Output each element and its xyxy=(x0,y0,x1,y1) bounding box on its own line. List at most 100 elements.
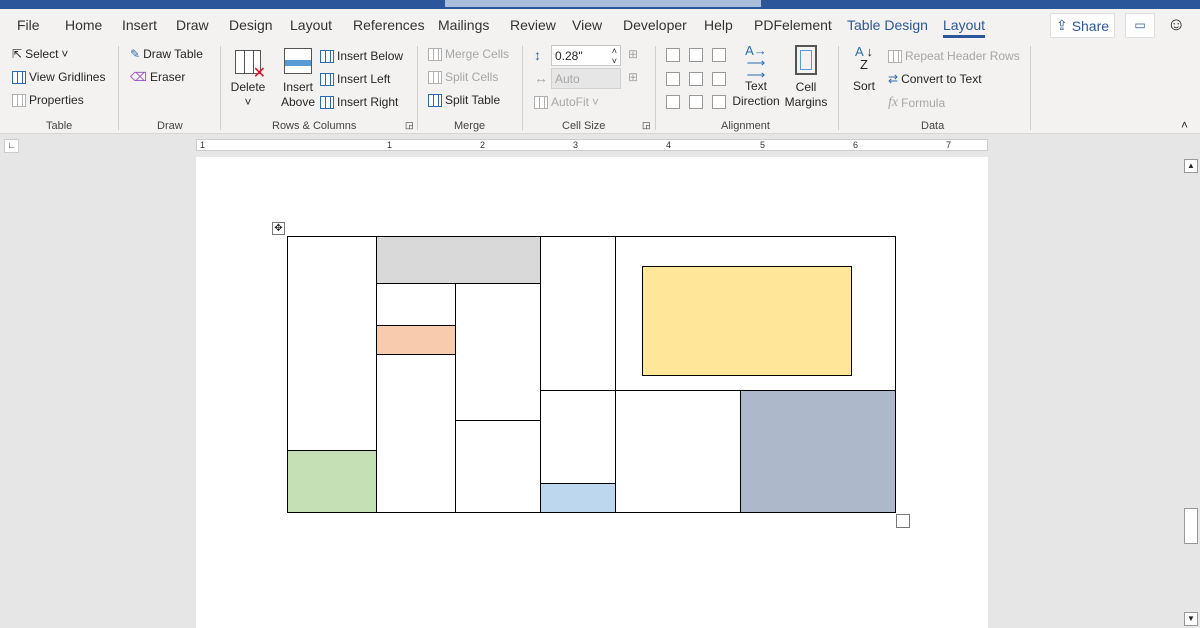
align-center-left-button[interactable] xyxy=(666,72,680,86)
divider xyxy=(417,46,418,130)
scroll-thumb[interactable] xyxy=(1184,508,1198,544)
view-gridlines-button[interactable]: View Gridlines xyxy=(12,70,105,84)
table-cell[interactable] xyxy=(287,236,377,451)
table-cell[interactable] xyxy=(615,390,741,513)
properties-icon xyxy=(12,93,26,107)
merge-cells-button[interactable]: Merge Cells xyxy=(428,47,509,61)
table-cell[interactable] xyxy=(540,236,616,391)
tab-file[interactable]: File xyxy=(17,17,40,33)
insert-above-icon xyxy=(284,48,312,74)
tab-layout[interactable]: Layout xyxy=(290,17,332,33)
tab-draw[interactable]: Draw xyxy=(176,17,209,33)
insert-above-button[interactable]: Insert Above xyxy=(280,48,316,110)
collapse-ribbon-icon[interactable]: ˄ xyxy=(1181,118,1188,132)
table-cell-gray[interactable] xyxy=(376,236,541,284)
comments-icon[interactable]: ▭ xyxy=(1125,13,1155,38)
tab-home[interactable]: Home xyxy=(65,17,102,33)
tab-pdfelement[interactable]: PDFelement xyxy=(754,17,832,33)
vertical-scrollbar[interactable] xyxy=(1183,157,1200,628)
delete-button[interactable]: ✕ Delete ˅ xyxy=(230,50,266,110)
split-table-button[interactable]: Split Table xyxy=(428,93,500,107)
split-cells-button[interactable]: Split Cells xyxy=(428,70,498,84)
align-bottom-center-button[interactable] xyxy=(689,95,703,109)
insert-below-button[interactable]: Insert Below xyxy=(320,49,403,63)
align-top-center-button[interactable] xyxy=(689,48,703,62)
table-cell[interactable] xyxy=(540,390,616,484)
horizontal-ruler[interactable]: 1 1 2 3 4 5 6 7 xyxy=(196,139,988,151)
tab-references[interactable]: References xyxy=(353,17,425,33)
group-label-draw: Draw xyxy=(157,120,183,132)
grid-icon xyxy=(12,70,26,84)
insert-below-icon xyxy=(320,49,334,63)
fx-icon: fx xyxy=(888,95,899,110)
table-cell-slate[interactable] xyxy=(740,390,896,513)
draw-table-button[interactable]: ✎ Draw Table xyxy=(130,47,203,61)
distribute-columns-icon[interactable]: ⊞ xyxy=(628,70,638,84)
cell-margins-icon xyxy=(795,45,817,75)
insert-right-button[interactable]: Insert Right xyxy=(320,95,398,109)
align-top-right-button[interactable] xyxy=(712,48,726,62)
split-cells-icon xyxy=(428,70,442,84)
autofit-icon xyxy=(534,95,548,109)
chevron-down-icon: ˅ xyxy=(61,47,69,61)
nested-table-cell-yellow[interactable] xyxy=(642,266,852,376)
tab-mailings[interactable]: Mailings xyxy=(438,17,489,33)
select-button[interactable]: ⇱ Select ˅ xyxy=(12,47,68,61)
column-width-icon: ↔ xyxy=(534,70,548,86)
table-resize-handle[interactable] xyxy=(896,514,910,528)
align-center-right-button[interactable] xyxy=(712,72,726,86)
sort-button[interactable]: A ↓ Z Sort xyxy=(848,45,880,94)
dialog-launcher-icon[interactable]: ◲ xyxy=(405,120,414,131)
divider xyxy=(522,46,523,130)
cell-margins-button[interactable]: Cell Margins xyxy=(783,45,829,110)
tab-table-layout[interactable]: Layout xyxy=(943,17,986,38)
table-cell[interactable] xyxy=(455,283,541,421)
chevron-down-icon: ˅ xyxy=(592,95,600,109)
tab-table-design[interactable]: Table Design xyxy=(847,17,928,33)
distribute-rows-icon[interactable]: ⊞ xyxy=(628,47,638,61)
group-label-alignment: Alignment xyxy=(721,120,770,132)
formula-button[interactable]: fx Formula xyxy=(888,95,945,111)
autofit-button[interactable]: AutoFit ˅ xyxy=(534,95,599,109)
table-cell-blue[interactable] xyxy=(540,483,616,513)
table-cell[interactable] xyxy=(455,420,541,513)
table-cell[interactable] xyxy=(376,354,456,513)
align-center-button[interactable] xyxy=(689,72,703,86)
align-top-left-button[interactable] xyxy=(666,48,680,62)
table-cell-peach[interactable] xyxy=(376,325,456,355)
tab-help[interactable]: Help xyxy=(704,17,733,33)
text-direction-icon: A→ ⟶ ⟶ xyxy=(745,43,767,82)
tab-design[interactable]: Design xyxy=(229,17,273,33)
divider xyxy=(838,46,839,130)
tab-review[interactable]: Review xyxy=(510,17,556,33)
tab-view[interactable]: View xyxy=(572,17,602,33)
align-bottom-left-button[interactable] xyxy=(666,95,680,109)
table-cell-green[interactable] xyxy=(287,450,377,513)
table-cell[interactable] xyxy=(376,283,456,326)
row-height-input[interactable]: 0.28" ˄ ˅ xyxy=(551,45,621,66)
search-box[interactable] xyxy=(445,0,761,7)
tab-insert[interactable]: Insert xyxy=(122,17,157,33)
tab-developer[interactable]: Developer xyxy=(623,17,687,33)
properties-button[interactable]: Properties xyxy=(12,93,84,107)
feedback-smiley-icon[interactable]: ☺ xyxy=(1167,14,1185,35)
merge-cells-icon xyxy=(428,47,442,61)
delete-table-icon: ✕ xyxy=(235,50,266,82)
group-label-cell-size: Cell Size xyxy=(562,120,606,132)
repeat-header-rows-button[interactable]: Repeat Header Rows xyxy=(888,49,1020,63)
text-direction-button[interactable]: A→ ⟶ ⟶ Text Direction xyxy=(732,43,780,109)
eraser-button[interactable]: ⌫ Eraser xyxy=(130,70,185,84)
convert-to-text-button[interactable]: ⇄ Convert to Text xyxy=(888,72,982,86)
insert-left-icon xyxy=(320,72,334,86)
insert-left-button[interactable]: Insert Left xyxy=(320,72,390,86)
column-width-input[interactable]: Auto xyxy=(551,68,621,89)
table-move-handle-icon[interactable]: ✥ xyxy=(272,222,285,235)
share-button[interactable]: ⇪ Share xyxy=(1050,13,1115,38)
tab-selector-icon[interactable]: ∟ xyxy=(4,139,19,153)
dialog-launcher-icon[interactable]: ◲ xyxy=(642,120,651,131)
align-bottom-right-button[interactable] xyxy=(712,95,726,109)
group-label-merge: Merge xyxy=(454,120,486,132)
insert-right-icon xyxy=(320,95,334,109)
scroll-down-icon[interactable]: ▼ xyxy=(1184,612,1198,626)
scroll-up-icon[interactable]: ▲ xyxy=(1184,159,1198,173)
